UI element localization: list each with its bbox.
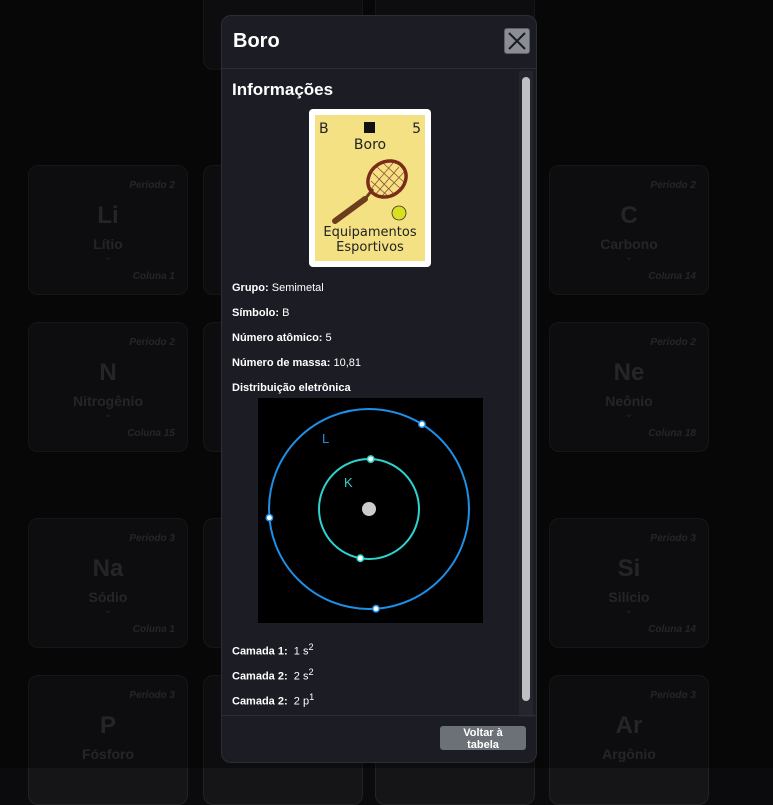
tennis-racket-icon xyxy=(332,159,408,224)
scrollbar-thumb[interactable] xyxy=(522,77,530,701)
section-title: Informações xyxy=(232,80,334,99)
field-atomic-number: Número atômico: 5 xyxy=(232,332,332,344)
electron-k xyxy=(356,554,365,563)
electron-shell-diagram: L K xyxy=(258,398,483,623)
square-icon xyxy=(364,122,375,133)
field-group: Grupo: Semimetal xyxy=(232,282,324,294)
field-label: Símbolo: xyxy=(232,307,280,319)
electron-l xyxy=(372,604,380,613)
field-value: Semimetal xyxy=(271,282,324,294)
nucleus xyxy=(362,502,376,516)
modal-body[interactable]: Informações B 5 Boro Equipamentos Esport… xyxy=(222,69,518,719)
field-value: 10,81 xyxy=(333,357,362,369)
field-label: Número de massa: xyxy=(232,357,331,369)
illustration-symbol: B xyxy=(319,121,329,137)
field-label: Número atômico: xyxy=(232,332,323,344)
field-mass-number: Número de massa: 10,81 xyxy=(232,357,361,369)
close-button[interactable] xyxy=(504,28,530,54)
field-label: Grupo: xyxy=(232,282,269,294)
field-value: 5 xyxy=(325,332,332,344)
element-modal: Boro Informações B 5 Boro Equipamentos E… xyxy=(221,15,537,763)
field-value: B xyxy=(282,307,290,319)
illustration-caption-line2: Esportivos xyxy=(336,240,404,255)
modal-footer: Voltar à tabela xyxy=(222,715,536,762)
electron-l xyxy=(418,420,426,429)
illustration-name: Boro xyxy=(353,137,387,153)
element-illustration: B 5 Boro Equipamentos Esportivos xyxy=(309,109,431,267)
shell-l-label: L xyxy=(322,431,329,446)
illustration-number: 5 xyxy=(412,121,421,137)
bohr-model-svg: L K xyxy=(265,408,470,613)
modal-title: Boro xyxy=(233,30,280,52)
modal-header: Boro xyxy=(222,16,536,69)
close-icon xyxy=(508,32,526,50)
distribution-title: Distribuição eletrônica xyxy=(232,382,351,394)
illustration-caption-line1: Equipamentos xyxy=(323,225,417,240)
layer-2: Camada 2: 2 s2 xyxy=(232,667,314,683)
shell-k-label: K xyxy=(344,475,353,490)
scrollbar[interactable] xyxy=(519,71,533,717)
field-symbol: Símbolo: B xyxy=(232,307,289,319)
electron-k xyxy=(366,455,375,463)
electron-l xyxy=(265,513,274,522)
back-to-table-button[interactable]: Voltar à tabela xyxy=(440,726,526,751)
layer-1: Camada 1: 1 s2 xyxy=(232,642,314,658)
layer-3: Camada 2: 2 p1 xyxy=(232,692,315,708)
